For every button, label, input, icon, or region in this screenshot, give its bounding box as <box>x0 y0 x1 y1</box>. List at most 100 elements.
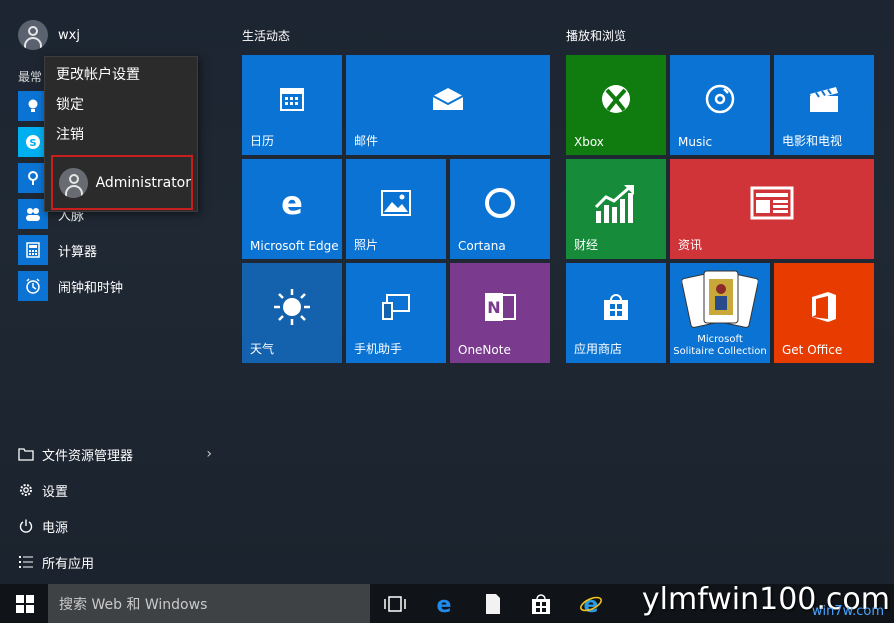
all-apps-item[interactable]: 所有应用 <box>18 544 218 580</box>
folder-icon <box>18 448 34 461</box>
taskbar-store-button[interactable] <box>529 592 553 616</box>
user-account-menu: 更改帐户设置 锁定 注销 Administrator <box>44 56 198 212</box>
lock-item[interactable]: 锁定 <box>45 89 197 119</box>
power-item[interactable]: 电源 <box>18 508 218 544</box>
tile-solitaire[interactable]: Microsoft Solitaire Collection <box>670 263 770 363</box>
chevron-right-icon[interactable]: › <box>206 446 212 462</box>
tile-get-office[interactable]: Get Office <box>774 263 874 363</box>
playing-cards-icon <box>682 270 758 328</box>
power-label: 电源 <box>42 520 69 536</box>
all-apps-label: 所有应用 <box>42 556 95 572</box>
tile-label: OneNote <box>458 343 511 357</box>
tile-music[interactable]: Music <box>670 55 770 155</box>
tile-calendar[interactable]: 日历 <box>242 55 342 155</box>
tile-onenote[interactable]: N OneNote <box>450 263 550 363</box>
office-icon <box>812 292 836 322</box>
app-item-calculator[interactable]: 计算器 <box>18 232 218 268</box>
alarm-icon <box>18 271 48 301</box>
start-button[interactable] <box>0 584 50 623</box>
svg-text:e: e <box>584 593 599 616</box>
tile-phone-companion[interactable]: 手机助手 <box>346 263 446 363</box>
file-explorer-label: 文件资源管理器 <box>42 448 134 464</box>
mail-icon <box>432 88 464 110</box>
tile-label: Cortana <box>458 239 506 253</box>
most-used-heading: 最常 <box>18 70 43 84</box>
user-account-button[interactable]: wxj <box>18 20 80 50</box>
tile-label: 手机助手 <box>354 342 403 356</box>
music-icon <box>705 84 735 114</box>
app-label: 闹钟和时钟 <box>58 280 124 296</box>
tile-label: 电影和电视 <box>782 134 843 148</box>
administrator-avatar <box>59 167 88 198</box>
tile-label: 天气 <box>250 342 275 356</box>
edge-icon: e <box>437 593 452 615</box>
finance-chart-icon <box>594 185 634 223</box>
taskbar-edge-button[interactable]: e <box>432 592 456 616</box>
app-item-alarms[interactable]: 闹钟和时钟 <box>18 268 218 304</box>
tile-label: 日历 <box>250 134 275 148</box>
tile-mail[interactable]: 邮件 <box>346 55 550 155</box>
tile-photos[interactable]: 照片 <box>346 159 446 259</box>
tile-edge[interactable]: e Microsoft Edge <box>242 159 342 259</box>
power-icon <box>19 519 33 533</box>
gear-icon <box>20 484 32 496</box>
task-view-button[interactable] <box>383 592 407 616</box>
tile-movies-tv[interactable]: 电影和电视 <box>774 55 874 155</box>
file-explorer-item[interactable]: 文件资源管理器 › <box>18 436 218 472</box>
user-avatar <box>18 20 48 50</box>
tile-label: Music <box>678 135 713 149</box>
change-account-settings-item[interactable]: 更改帐户设置 <box>45 59 197 89</box>
tile-label: 照片 <box>354 238 379 252</box>
sign-out-item[interactable]: 注销 <box>45 119 197 149</box>
tile-news[interactable]: 资讯 <box>670 159 874 259</box>
tile-label: Microsoft Edge <box>250 239 339 253</box>
sun-icon <box>274 289 310 325</box>
tile-label: 邮件 <box>354 134 379 148</box>
document-icon <box>486 594 500 614</box>
calendar-icon <box>280 88 304 111</box>
store-bag-icon <box>532 594 550 614</box>
phone-companion-icon <box>382 294 410 320</box>
taskbar-file-button[interactable] <box>481 592 505 616</box>
administrator-label: Administrator <box>95 174 191 191</box>
news-icon <box>750 186 794 220</box>
svg-text:e: e <box>437 593 452 615</box>
tile-weather[interactable]: 天气 <box>242 263 342 363</box>
tile-label: 资讯 <box>678 238 703 252</box>
xbox-icon <box>602 85 630 113</box>
onenote-icon: N <box>485 293 516 321</box>
calculator-icon <box>18 235 48 265</box>
tile-label-line1: Microsoft <box>697 334 743 345</box>
tile-label: 应用商店 <box>574 342 623 356</box>
tile-label: Get Office <box>782 343 843 357</box>
cortana-icon <box>485 188 515 218</box>
settings-item[interactable]: 设置 <box>18 472 218 508</box>
list-icon <box>19 556 33 568</box>
edge-icon: e <box>281 187 303 219</box>
svg-text:S: S <box>29 138 36 149</box>
group-title-play[interactable]: 播放和浏览 <box>566 27 626 44</box>
tile-cortana[interactable]: Cortana <box>450 159 550 259</box>
user-name: wxj <box>58 27 80 43</box>
watermark-sub: win7w.com <box>811 604 884 619</box>
tile-store[interactable]: 应用商店 <box>566 263 666 363</box>
tile-money[interactable]: 财经 <box>566 159 666 259</box>
search-input[interactable]: 搜索 Web 和 Windows <box>48 584 370 623</box>
photos-icon <box>381 190 411 216</box>
tile-label: Xbox <box>574 135 604 149</box>
tile-label-line2: Solitaire Collection <box>673 346 767 357</box>
app-label: 计算器 <box>58 244 98 260</box>
svg-text:N: N <box>487 298 500 317</box>
tile-xbox[interactable]: Xbox <box>566 55 666 155</box>
internet-explorer-icon: e <box>580 593 602 616</box>
settings-label: 设置 <box>42 484 69 500</box>
taskbar-ie-button[interactable]: e <box>579 592 603 616</box>
switch-user-administrator[interactable]: Administrator <box>51 155 193 210</box>
svg-text:e: e <box>281 187 303 219</box>
task-view-icon <box>384 596 406 612</box>
start-bottom-list: 文件资源管理器 › 设置 电源 所有应用 <box>18 436 218 580</box>
windows-logo-icon <box>16 594 34 613</box>
store-bag-icon <box>604 294 628 320</box>
tile-label: 财经 <box>574 238 599 252</box>
group-title-life[interactable]: 生活动态 <box>242 27 290 44</box>
